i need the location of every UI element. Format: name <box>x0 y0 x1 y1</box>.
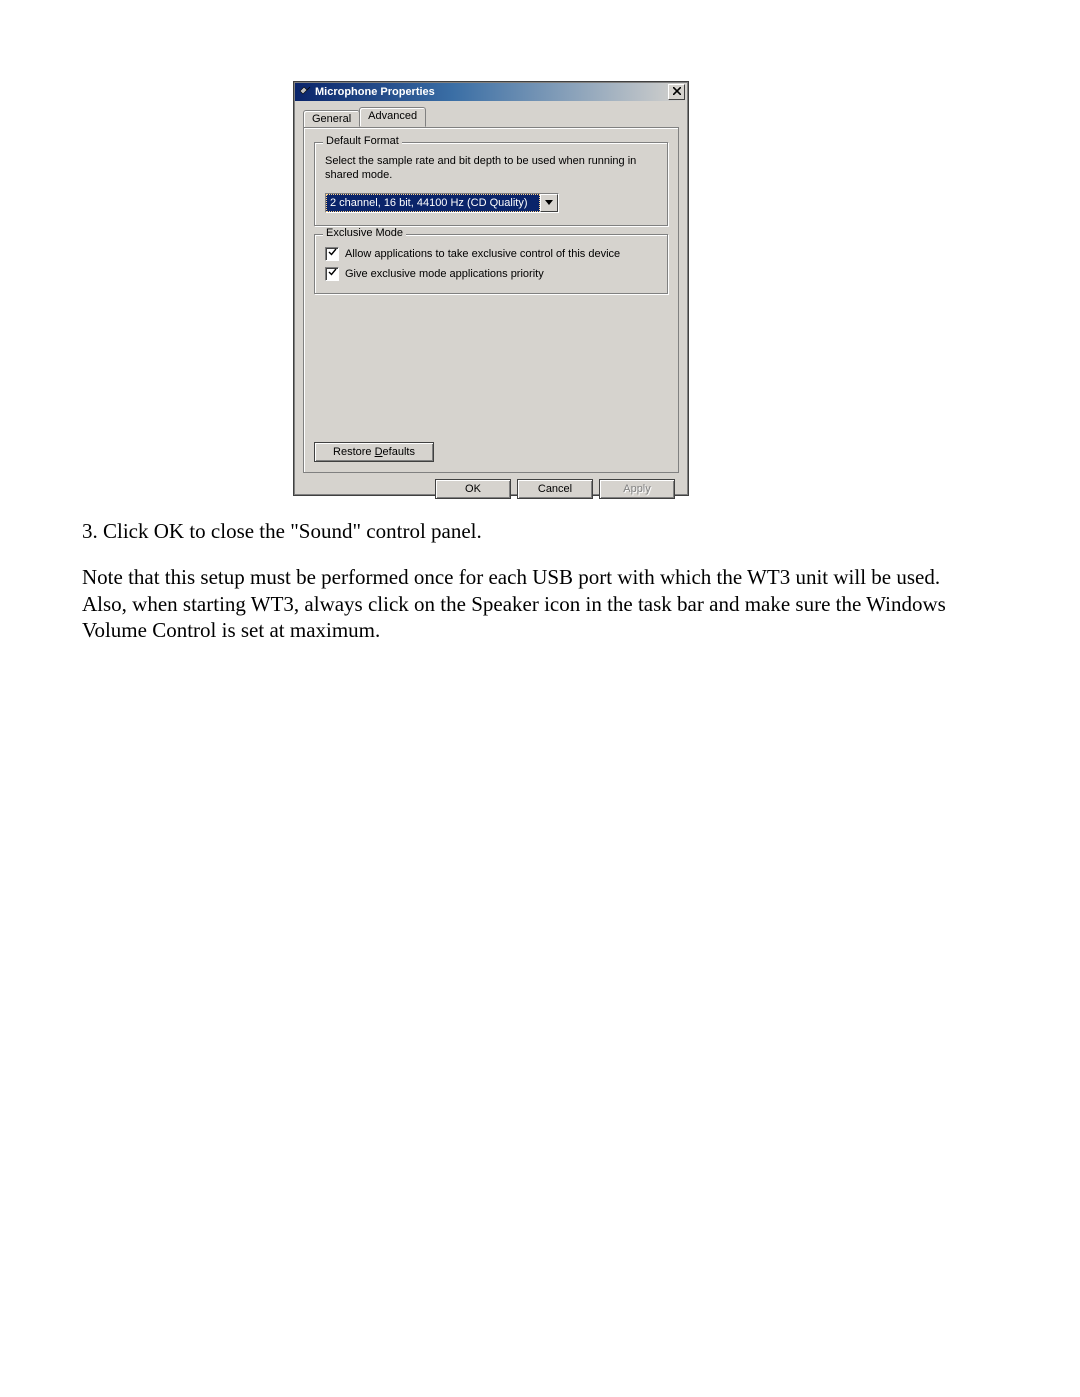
check-allow-exclusive-label: Allow applications to take exclusive con… <box>345 248 620 260</box>
dialog-title: Microphone Properties <box>315 86 668 98</box>
check-allow-exclusive[interactable]: Allow applications to take exclusive con… <box>325 247 657 261</box>
titlebar[interactable]: Microphone Properties <box>295 83 687 101</box>
check-exclusive-priority-label: Give exclusive mode applications priorit… <box>345 268 544 280</box>
ok-button[interactable]: OK <box>435 479 511 499</box>
group-default-format-legend: Default Format <box>323 135 402 147</box>
restore-defaults-label-pre: Restore <box>333 446 375 458</box>
document-text: 3. Click OK to close the "Sound" control… <box>82 518 982 663</box>
page: Microphone Properties General Advanced D… <box>0 0 1080 1397</box>
apply-button[interactable]: Apply <box>599 479 675 499</box>
dialog-body: General Advanced Default Format Select t… <box>295 101 687 507</box>
tab-general[interactable]: General <box>303 110 360 128</box>
microphone-properties-dialog: Microphone Properties General Advanced D… <box>294 82 688 495</box>
cancel-button[interactable]: Cancel <box>517 479 593 499</box>
group-default-format: Default Format Select the sample rate an… <box>314 142 668 226</box>
format-dropdown-button[interactable] <box>540 194 558 212</box>
chevron-down-icon <box>545 197 553 209</box>
checkbox-allow-exclusive[interactable] <box>325 247 339 261</box>
tab-panel-advanced: Default Format Select the sample rate an… <box>303 127 679 473</box>
checkmark-icon <box>328 268 337 280</box>
tab-advanced[interactable]: Advanced <box>359 107 426 127</box>
restore-defaults-label-post: efaults <box>383 446 415 458</box>
dialog-button-row: OK Cancel Apply <box>303 473 679 499</box>
group-exclusive-mode-legend: Exclusive Mode <box>323 227 406 239</box>
microphone-icon <box>299 86 311 98</box>
note-paragraph: Note that this setup must be performed o… <box>82 564 982 643</box>
format-dropdown[interactable]: 2 channel, 16 bit, 44100 Hz (CD Quality) <box>325 193 559 213</box>
format-dropdown-value: 2 channel, 16 bit, 44100 Hz (CD Quality) <box>326 194 540 212</box>
group-exclusive-mode: Exclusive Mode Allow applications to tak… <box>314 234 668 294</box>
restore-defaults-label-u: D <box>375 446 383 458</box>
group-default-format-desc: Select the sample rate and bit depth to … <box>325 155 657 183</box>
restore-defaults-button[interactable]: Restore Defaults <box>314 442 434 462</box>
check-exclusive-priority[interactable]: Give exclusive mode applications priorit… <box>325 267 657 281</box>
checkbox-exclusive-priority[interactable] <box>325 267 339 281</box>
step-3: 3. Click OK to close the "Sound" control… <box>82 518 982 544</box>
close-icon <box>673 87 681 98</box>
tabs: General Advanced <box>303 107 679 127</box>
close-button[interactable] <box>668 84 685 100</box>
checkmark-icon <box>328 248 337 260</box>
